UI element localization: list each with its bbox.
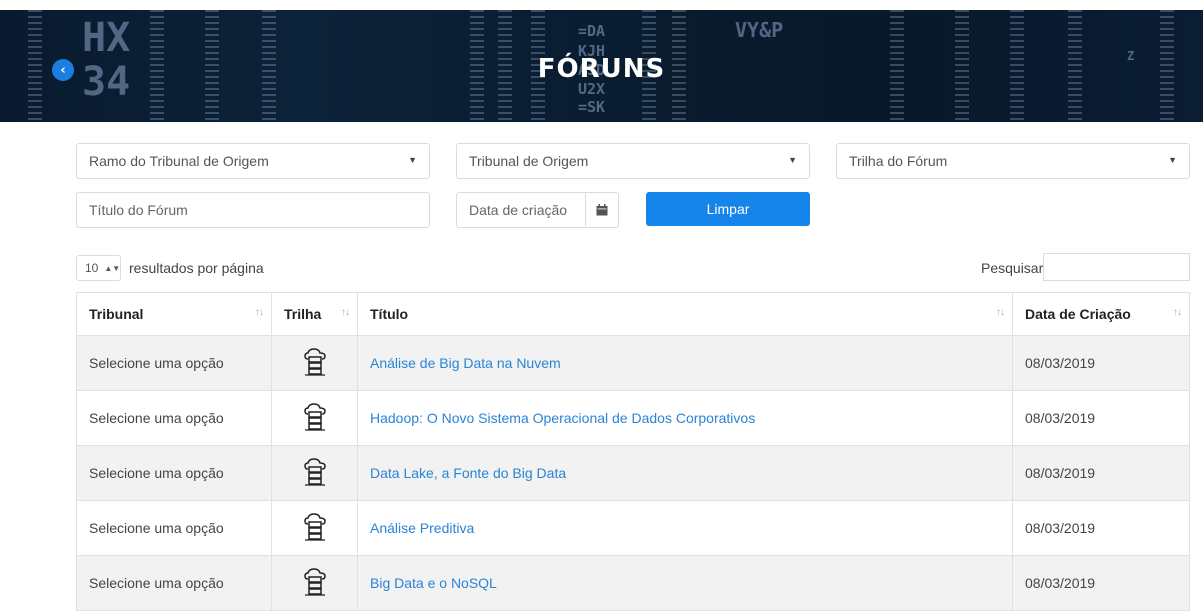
sort-icon: ↑↓ xyxy=(1173,307,1182,318)
column-header-label: Título xyxy=(370,306,409,322)
titulo-forum-placeholder: Título do Fórum xyxy=(89,202,188,218)
banner-glyph: U2X xyxy=(578,80,606,98)
cell-tribunal: Selecione uma opção xyxy=(76,390,272,446)
page-length-control: 10 ▲▼ resultados por página xyxy=(76,255,264,281)
table-row: Selecione uma opção Big Data e o NoSQL 0… xyxy=(76,555,1190,611)
table-row: Selecione uma opção Hadoop: O Novo Siste… xyxy=(76,390,1190,446)
sort-updown-icon: ▲▼ xyxy=(104,263,121,273)
tribunal-origem-select[interactable]: Tribunal de Origem ▼ xyxy=(456,143,810,179)
cell-tribunal: Selecione uma opção xyxy=(76,445,272,501)
forum-title-link[interactable]: Data Lake, a Fonte do Big Data xyxy=(370,465,566,481)
banner-glyph: =DA xyxy=(578,22,606,40)
ramo-tribunal-select-label: Ramo do Tribunal de Origem xyxy=(89,153,269,169)
table-row: Selecione uma opção Análise de Big Data … xyxy=(76,335,1190,391)
cloud-server-icon xyxy=(302,512,328,544)
cell-trilha xyxy=(271,390,358,446)
cell-trilha xyxy=(271,445,358,501)
cell-data: 08/03/2019 xyxy=(1012,500,1190,556)
cloud-server-icon xyxy=(302,402,328,434)
cell-tribunal: Selecione uma opção xyxy=(76,335,272,391)
forum-title-link[interactable]: Análise Preditiva xyxy=(370,520,474,536)
column-header-tribunal[interactable]: Tribunal ↑↓ xyxy=(76,292,272,336)
trilha-forum-select-label: Trilha do Fórum xyxy=(849,153,948,169)
ramo-tribunal-select[interactable]: Ramo do Tribunal de Origem ▼ xyxy=(76,143,430,179)
tribunal-origem-select-label: Tribunal de Origem xyxy=(469,153,589,169)
cell-data: 08/03/2019 xyxy=(1012,390,1190,446)
cell-trilha xyxy=(271,555,358,611)
column-header-data[interactable]: Data de Criação ↑↓ xyxy=(1012,292,1190,336)
banner-glyph: VY&P xyxy=(735,18,784,42)
calendar-icon[interactable] xyxy=(585,193,618,227)
cell-titulo: Data Lake, a Fonte do Big Data xyxy=(357,445,1013,501)
column-header-label: Tribunal xyxy=(89,306,144,322)
column-header-titulo[interactable]: Título ↑↓ xyxy=(357,292,1013,336)
cell-data: 08/03/2019 xyxy=(1012,445,1190,501)
table-header-row: Tribunal ↑↓ Trilha ↑↓ Título ↑↓ Data de … xyxy=(76,292,1190,336)
cell-trilha xyxy=(271,500,358,556)
caret-down-icon: ▼ xyxy=(408,155,417,165)
forum-title-link[interactable]: Big Data e o NoSQL xyxy=(370,575,497,591)
column-header-label: Data de Criação xyxy=(1025,306,1131,322)
caret-down-icon: ▼ xyxy=(1168,155,1177,165)
cell-titulo: Análise de Big Data na Nuvem xyxy=(357,335,1013,391)
search-label: Pesquisar xyxy=(981,260,1044,276)
table-row: Selecione uma opção Análise Preditiva 08… xyxy=(76,500,1190,556)
cell-titulo: Hadoop: O Novo Sistema Operacional de Da… xyxy=(357,390,1013,446)
data-criacao-placeholder: Data de criação xyxy=(469,202,568,218)
table-row: Selecione uma opção Data Lake, a Fonte d… xyxy=(76,445,1190,501)
cell-data: 08/03/2019 xyxy=(1012,335,1190,391)
forum-title-link[interactable]: Análise de Big Data na Nuvem xyxy=(370,355,561,371)
forums-table: Tribunal ↑↓ Trilha ↑↓ Título ↑↓ Data de … xyxy=(76,292,1190,611)
page-length-select[interactable]: 10 ▲▼ xyxy=(76,255,121,281)
banner-glyph: HX xyxy=(82,15,131,61)
page-length-label: resultados por página xyxy=(129,260,264,276)
banner-glyph: =SK xyxy=(578,98,606,116)
data-criacao-field[interactable]: Data de criação xyxy=(456,192,619,228)
trilha-forum-select[interactable]: Trilha do Fórum ▼ xyxy=(836,143,1190,179)
sort-icon: ↑↓ xyxy=(255,307,264,318)
sort-icon: ↑↓ xyxy=(341,307,350,318)
cell-data: 08/03/2019 xyxy=(1012,555,1190,611)
cell-trilha xyxy=(271,335,358,391)
header-banner: HX 34 =DA KJH A3D U2X =SK VY&P Z ‹ FÓRUN… xyxy=(0,10,1203,122)
cell-titulo: Análise Preditiva xyxy=(357,500,1013,556)
cell-tribunal: Selecione uma opção xyxy=(76,500,272,556)
forum-title-link[interactable]: Hadoop: O Novo Sistema Operacional de Da… xyxy=(370,410,755,426)
sort-icon: ↑↓ xyxy=(996,307,1005,318)
cell-tribunal: Selecione uma opção xyxy=(76,555,272,611)
caret-down-icon: ▼ xyxy=(788,155,797,165)
column-header-label: Trilha xyxy=(284,306,322,322)
page-length-value: 10 xyxy=(85,261,99,275)
titulo-forum-input[interactable]: Título do Fórum xyxy=(76,192,430,228)
search-input[interactable] xyxy=(1043,253,1190,281)
cell-titulo: Big Data e o NoSQL xyxy=(357,555,1013,611)
cloud-server-icon xyxy=(302,347,328,379)
column-header-trilha[interactable]: Trilha ↑↓ xyxy=(271,292,358,336)
cloud-server-icon xyxy=(302,457,328,489)
limpar-button[interactable]: Limpar xyxy=(646,192,810,226)
page-title: FÓRUNS xyxy=(537,54,666,84)
